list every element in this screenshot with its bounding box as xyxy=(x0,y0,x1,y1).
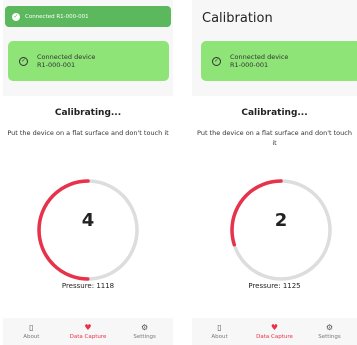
calibration-title: Calibrating... xyxy=(241,108,308,118)
gear-icon: ⚙ xyxy=(141,323,149,332)
check-circle-icon: ✓ xyxy=(12,12,20,21)
device-status-label: Connected device xyxy=(37,53,96,61)
right-screen: Calibration ✓ Connected device R1-000-00… xyxy=(192,0,357,345)
progress-ring: 4 xyxy=(34,176,142,284)
nav-settings[interactable]: ⚙ Settings xyxy=(120,318,170,345)
nav-about-label: About xyxy=(211,334,228,340)
countdown-number: 4 xyxy=(81,210,95,231)
nav-data-capture[interactable]: ♥ Data Capture xyxy=(250,318,300,345)
nav-about-label: About xyxy=(23,334,40,340)
nav-data-capture-label: Data Capture xyxy=(69,334,107,340)
calibration-instruction: Put the device on a flat surface and don… xyxy=(197,129,352,147)
nav-about[interactable]: ▯ About xyxy=(6,318,56,345)
nav-data-capture-label: Data Capture xyxy=(256,334,293,340)
countdown-number: 2 xyxy=(274,210,288,231)
calibration-panel: Calibrating... Put the device on a flat … xyxy=(3,96,173,318)
nav-settings-label: Settings xyxy=(133,334,156,340)
heart-icon: ♥ xyxy=(84,323,92,332)
calibration-instruction: Put the device on a flat surface and don… xyxy=(7,129,169,137)
pressure-reading: Pressure: 1125 xyxy=(248,282,301,290)
calibration-title: Calibrating... xyxy=(54,108,122,118)
device-status-card[interactable]: ✓ Connected device R1-000-001 xyxy=(201,41,357,81)
device-id: R1-000-001 xyxy=(230,61,269,69)
progress-ring: 2 xyxy=(227,176,335,284)
check-circle-icon: ✓ xyxy=(212,56,221,66)
toast-text: Connected R1-000-001 xyxy=(25,13,89,20)
page-title: Calibration xyxy=(202,11,273,26)
gear-icon: ⚙ xyxy=(325,323,334,332)
connected-toast: ✓ Connected R1-000-001 xyxy=(5,6,171,27)
heart-icon: ♥ xyxy=(270,323,279,332)
nav-data-capture[interactable]: ♥ Data Capture xyxy=(63,318,113,345)
device-status-label: Connected device xyxy=(230,53,289,61)
document-icon: ▯ xyxy=(217,323,222,332)
bottom-nav: ▯ About ♥ Data Capture ⚙ Settings xyxy=(192,318,357,345)
device-status-card[interactable]: ✓ Connected device R1-000-001 xyxy=(8,41,169,81)
calibration-panel: Calibrating... Put the device on a flat … xyxy=(192,96,357,318)
nav-settings[interactable]: ⚙ Settings xyxy=(305,318,355,345)
nav-about[interactable]: ▯ About xyxy=(195,318,245,345)
left-screen: ✓ Connected R1-000-001 ✓ Connected devic… xyxy=(3,0,173,345)
bottom-nav: ▯ About ♥ Data Capture ⚙ Settings xyxy=(3,318,173,345)
nav-settings-label: Settings xyxy=(318,334,341,340)
device-id: R1-000-001 xyxy=(37,61,76,69)
pressure-reading: Pressure: 1118 xyxy=(61,282,115,290)
document-icon: ▯ xyxy=(29,323,34,332)
check-circle-icon: ✓ xyxy=(19,56,28,66)
